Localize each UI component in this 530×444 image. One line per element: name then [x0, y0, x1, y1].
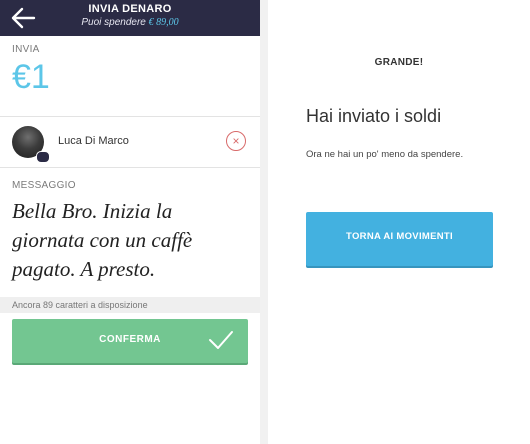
- message-textarea[interactable]: Bella Bro. Inizia la giornata con un caf…: [12, 197, 244, 284]
- recipient-row: Luca Di Marco ×: [0, 117, 260, 168]
- success-text: Ora ne hai un po' meno da spendere.: [306, 149, 464, 160]
- header-bar: INVIA DENARO Puoi spendere € 89,00: [0, 0, 260, 36]
- amount-input[interactable]: €1: [12, 57, 248, 97]
- spendable-label: Puoi spendere: [81, 17, 146, 28]
- message-section: MESSAGGIO Bella Bro. Inizia la giornata …: [0, 168, 260, 297]
- success-screen: GRANDE! Hai inviato i soldi Ora ne hai u…: [268, 0, 530, 444]
- back-to-transactions-label: TORNA AI MOVIMENTI: [346, 231, 453, 242]
- amount-section: INVIA €1: [0, 36, 260, 117]
- recipient-name: Luca Di Marco: [58, 135, 129, 147]
- message-label: MESSAGGIO: [12, 180, 76, 191]
- checkmark-icon: [209, 331, 233, 349]
- header-title: INVIA DENARO: [88, 3, 172, 15]
- close-icon: ×: [232, 134, 240, 148]
- spendable-balance: € 89,00: [148, 17, 179, 28]
- amount-label: INVIA: [12, 44, 40, 55]
- character-counter: Ancora 89 caratteri a disposizione: [0, 297, 260, 313]
- back-to-transactions-button[interactable]: TORNA AI MOVIMENTI: [306, 212, 493, 266]
- confirm-button[interactable]: CONFERMA: [12, 319, 248, 363]
- avatar-badge: [36, 151, 50, 163]
- success-title: GRANDE!: [374, 57, 424, 68]
- header-subtitle: Puoi spendere € 89,00: [0, 17, 260, 28]
- remove-recipient-button[interactable]: ×: [226, 131, 246, 151]
- send-money-screen: INVIA DENARO Puoi spendere € 89,00 INVIA…: [0, 0, 260, 444]
- success-heading: Hai inviato i soldi: [306, 106, 442, 126]
